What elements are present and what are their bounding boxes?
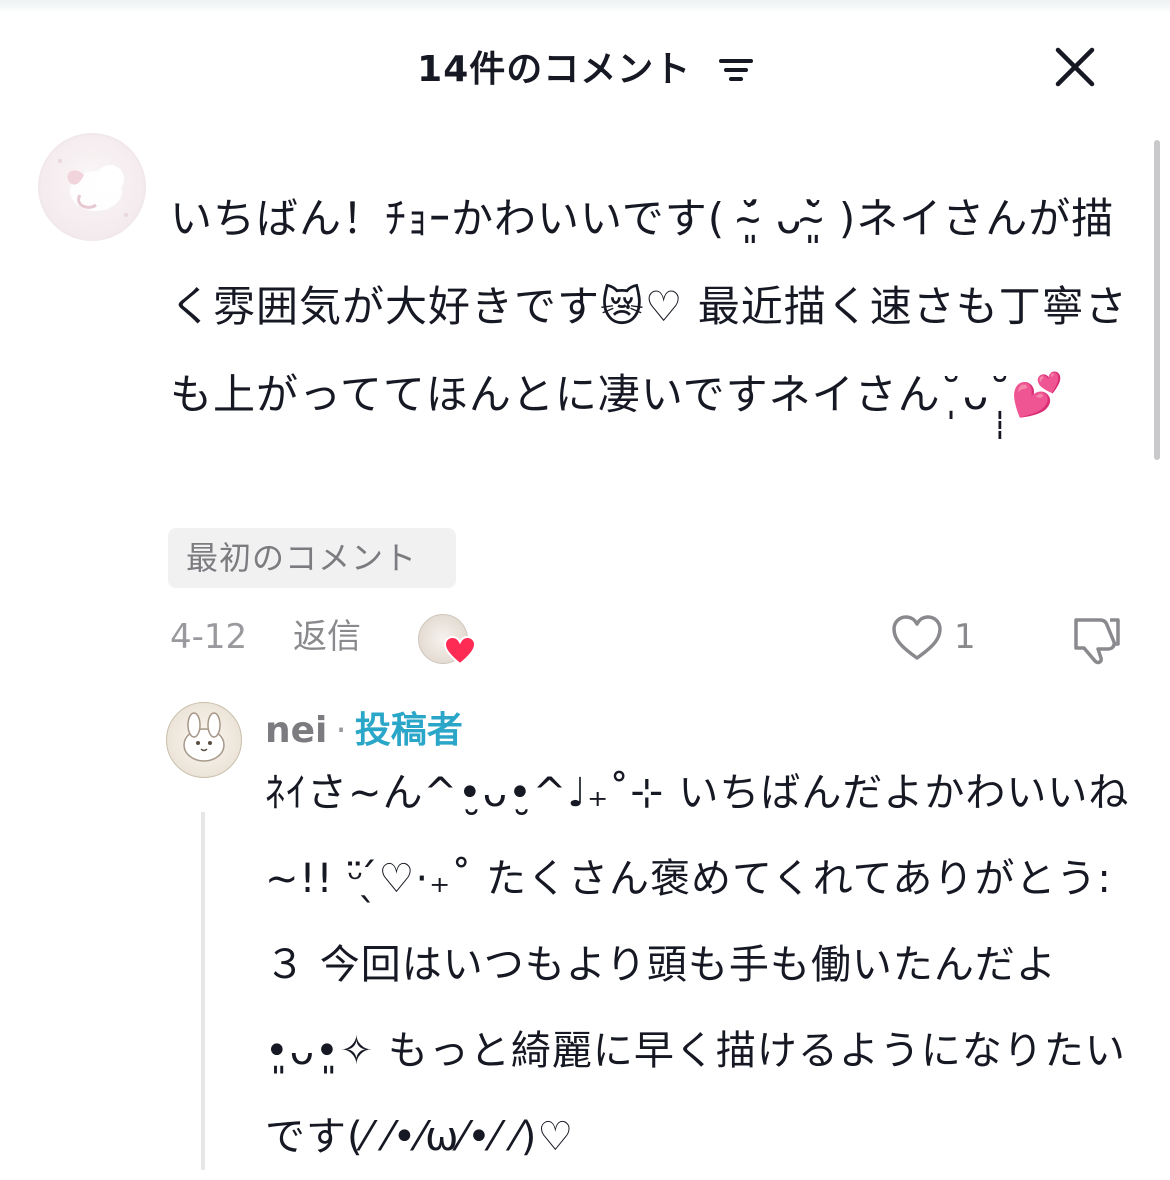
- like-count: 1: [954, 617, 976, 657]
- avatar[interactable]: [166, 702, 242, 778]
- dislike-icon[interactable]: [1070, 612, 1124, 666]
- sort-icon[interactable]: [718, 57, 753, 83]
- heart-outline-icon[interactable]: [891, 614, 943, 662]
- reply-button[interactable]: 返信: [293, 612, 361, 662]
- creator-label: 投稿者: [354, 710, 463, 751]
- liked-by-creator-heart-icon: [444, 636, 476, 666]
- comment-text: いちばん！ﾁｮｰかわいいです( ˘̴͈́ ᴗ˘̴͈̀ )ネイさんが描く雰囲気が大…: [170, 194, 1128, 419]
- comments-header: 14件のコメント: [0, 30, 1170, 100]
- reply-author-name[interactable]: nei: [265, 710, 327, 751]
- close-icon[interactable]: [1054, 46, 1096, 88]
- comments-title-row: 14件のコメント: [0, 40, 1170, 92]
- comments-count-title: 14件のコメント: [417, 49, 692, 90]
- avatar[interactable]: [38, 133, 146, 241]
- video-edge-strip: [0, 0, 1170, 14]
- separator-dot: ·: [335, 710, 347, 751]
- avatar-illustration: [58, 159, 128, 217]
- scrollbar[interactable]: [1154, 140, 1160, 460]
- first-comment-badge: 最初のコメント: [168, 528, 456, 588]
- reply-text: ﾈｲさ~ん^•̮ᴗ•̮^♩₊˚⊹ いちばんだよかわいいね~!! ᵕ̈ ̖́♡⋅₊…: [265, 770, 1130, 1160]
- reply-thread-line: [201, 812, 205, 1170]
- comment-date: 4-12: [170, 617, 248, 657]
- avatar-illustration: [183, 712, 225, 762]
